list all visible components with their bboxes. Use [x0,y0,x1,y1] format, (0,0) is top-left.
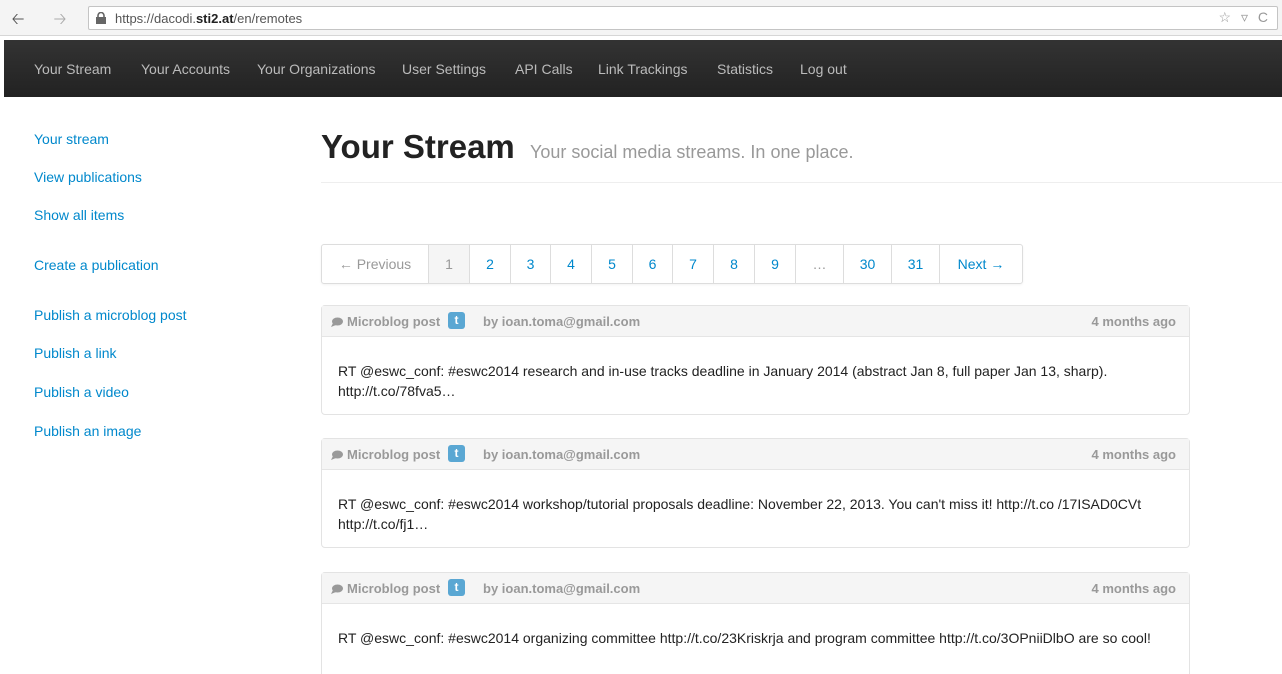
post-author[interactable]: by ioan.toma@gmail.com [483,581,640,596]
twitter-icon: t [448,579,465,596]
sidebar-item-publish-image[interactable]: Publish an image [34,423,141,439]
post-header: Microblog post t by ioan.toma@gmail.com … [322,306,1189,337]
sidebar-item-publish-microblog[interactable]: Publish a microblog post [34,307,187,323]
nav-your-accounts[interactable]: Your Accounts [141,61,230,77]
post-text: RT @eswc_conf: #eswc2014 research and in… [338,363,1108,399]
page-title: Your Stream [321,128,515,165]
post-author[interactable]: by ioan.toma@gmail.com [483,314,640,329]
nav-api-calls[interactable]: API Calls [515,61,573,77]
post-type: Microblog post [331,581,440,596]
page-subtitle: Your social media streams. In one place. [530,142,854,162]
post-time: 4 months ago [1091,314,1176,329]
sidebar-item-publish-video[interactable]: Publish a video [34,384,129,400]
lock-icon [96,12,106,24]
pagination-ellipsis: … [796,245,844,283]
sidebar-item-show-all-items[interactable]: Show all items [34,207,124,223]
post-type-label: Microblog post [347,447,441,462]
back-arrow-icon[interactable]: 🡠 [8,8,28,35]
nav-your-stream[interactable]: Your Stream [34,61,111,77]
post-header: Microblog post t by ioan.toma@gmail.com … [322,573,1189,604]
post-time: 4 months ago [1091,447,1176,462]
url-domain: sti2.at [195,11,234,26]
post-card: Microblog post t by ioan.toma@gmail.com … [321,305,1190,415]
pagination-next[interactable]: Next → [940,245,1022,283]
nav-statistics[interactable]: Statistics [717,61,773,77]
address-bar[interactable]: https://dacodi.sti2.at/en/remotes ☆ ▿ C [88,6,1278,30]
post-type: Microblog post [331,447,440,462]
pagination-page-8[interactable]: 8 [714,245,755,283]
post-type-label: Microblog post [347,581,441,596]
sidebar-item-publish-link[interactable]: Publish a link [34,345,117,361]
top-navbar: Your Stream Your Accounts Your Organizat… [4,40,1282,97]
speech-bubble-icon [331,584,343,594]
sidebar-item-view-publications[interactable]: View publications [34,169,142,185]
forward-arrow-icon[interactable]: 🡢 [50,8,70,35]
post-text: RT @eswc_conf: #eswc2014 organizing comm… [338,630,1151,646]
pagination-page-31[interactable]: 31 [892,245,940,283]
url-prefix: https://dacodi. [115,11,196,26]
nav-user-settings[interactable]: User Settings [402,61,486,77]
pagination-page-7[interactable]: 7 [673,245,714,283]
sidebar-item-create-publication[interactable]: Create a publication [34,257,159,273]
speech-bubble-icon [331,317,343,327]
twitter-icon: t [448,312,465,329]
pagination-previous[interactable]: ← Previous [322,245,429,283]
nav-link-trackings[interactable]: Link Trackings [598,61,687,77]
url-path: /en/remotes [233,11,303,26]
post-type: Microblog post [331,314,440,329]
pagination-page-6[interactable]: 6 [633,245,673,283]
post-time: 4 months ago [1091,581,1176,596]
post-card: Microblog post t by ioan.toma@gmail.com … [321,438,1190,548]
header-divider [321,182,1282,183]
url-text: https://dacodi.sti2.at/en/remotes [115,11,302,26]
pagination-page-3[interactable]: 3 [511,245,551,283]
speech-bubble-icon [331,450,343,460]
pagination-page-4[interactable]: 4 [551,245,592,283]
post-header: Microblog post t by ioan.toma@gmail.com … [322,439,1189,470]
pagination-page-1[interactable]: 1 [429,245,470,283]
pagination-page-5[interactable]: 5 [592,245,633,283]
sidebar-item-your-stream[interactable]: Your stream [34,131,109,147]
browser-toolbar: 🡠 🡢 https://dacodi.sti2.at/en/remotes ☆ … [0,0,1282,36]
twitter-icon: t [448,445,465,462]
nav-log-out[interactable]: Log out [800,61,847,77]
post-type-label: Microblog post [347,314,441,329]
pagination: ← Previous 1 2 3 4 5 6 7 8 9 … 30 31 Nex… [321,244,1023,284]
pagination-page-9[interactable]: 9 [755,245,796,283]
nav-your-organizations[interactable]: Your Organizations [257,61,376,77]
post-text: RT @eswc_conf: #eswc2014 workshop/tutori… [338,496,1142,532]
post-card: Microblog post t by ioan.toma@gmail.com … [321,572,1190,674]
pagination-page-30[interactable]: 30 [844,245,892,283]
pagination-page-2[interactable]: 2 [470,245,511,283]
browser-actions[interactable]: ☆ ▿ C [1219,9,1271,26]
post-author[interactable]: by ioan.toma@gmail.com [483,447,640,462]
